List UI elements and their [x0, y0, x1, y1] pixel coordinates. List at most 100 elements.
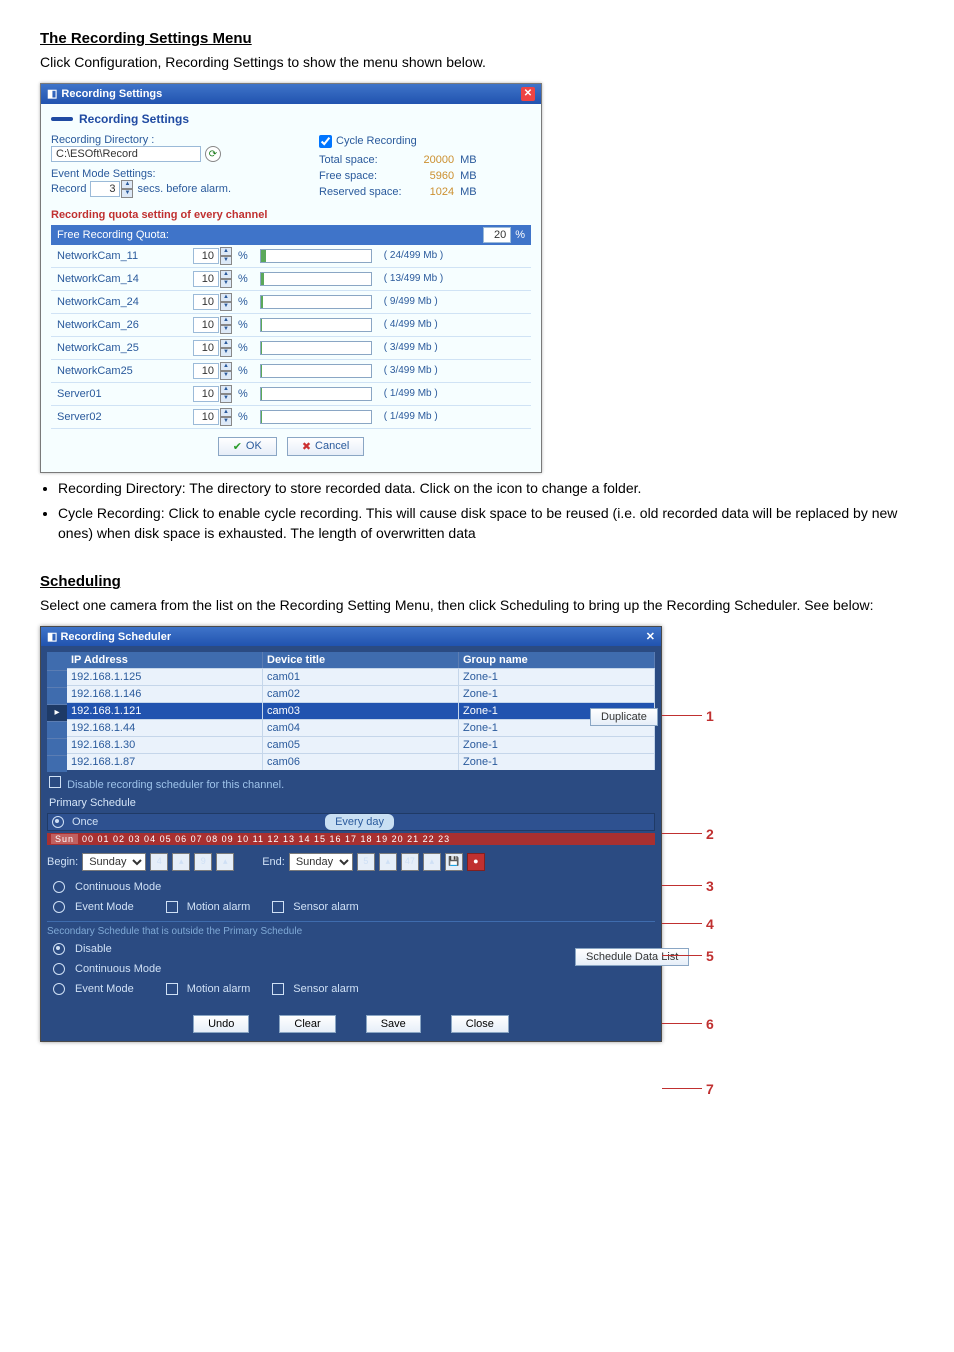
spin-up-icon[interactable]: ▲	[220, 247, 232, 256]
channel-name: NetworkCam_11	[57, 250, 187, 262]
spin-down-icon[interactable]: ▼	[121, 189, 133, 198]
motion-label: Motion alarm	[187, 901, 251, 913]
table-row[interactable]: 192.168.1.87cam06Zone-1	[67, 753, 655, 770]
motion-checkbox[interactable]	[166, 901, 178, 913]
spin-down-icon[interactable]: ▼	[220, 279, 232, 288]
cancel-label: Cancel	[315, 440, 349, 452]
spin-up-icon[interactable]: ▲	[220, 270, 232, 279]
stepper-up-icon[interactable]: ▴	[423, 853, 441, 871]
spin-down-icon[interactable]: ▼	[220, 417, 232, 426]
hour-ruler: Sun 00 01 02 03 04 05 06 07 08 09 10 11 …	[47, 833, 655, 845]
record-after-label: secs. before alarm.	[137, 183, 231, 195]
quota-stepper[interactable]: 10▲▼	[193, 316, 232, 334]
spin-down-icon[interactable]: ▼	[220, 302, 232, 311]
pct-unit: %	[238, 342, 248, 354]
close-icon[interactable]: ✕	[521, 87, 535, 101]
stepper-up-icon[interactable]: ▴	[172, 853, 190, 871]
disk-icon[interactable]: 💾	[445, 853, 463, 871]
stepper-up-icon[interactable]: ▴	[216, 853, 234, 871]
browse-folder-icon[interactable]: ⟳	[205, 146, 221, 162]
cell-dev: cam06	[263, 753, 459, 770]
channel-name: NetworkCam25	[57, 365, 187, 377]
disable-radio[interactable]	[53, 943, 65, 955]
rec-dir-input[interactable]: C:\ESOft\Record	[51, 146, 201, 162]
cell-dev: cam01	[263, 668, 459, 685]
pct-unit: %	[515, 229, 525, 241]
motion2-checkbox[interactable]	[166, 983, 178, 995]
ok-button[interactable]: ✔OK	[218, 437, 277, 456]
continuous-radio[interactable]	[53, 881, 65, 893]
begin-label: Begin:	[47, 856, 78, 868]
begin-hour-stepper[interactable]: 4	[150, 853, 168, 871]
begin-day-select[interactable]: Sunday	[82, 853, 146, 871]
cell-grp: Zone-1	[459, 753, 655, 770]
cycle-recording-checkbox[interactable]	[319, 135, 332, 148]
event-mode-label: Event Mode Settings:	[51, 168, 315, 180]
spin-up-icon[interactable]: ▲	[220, 362, 232, 371]
table-row[interactable]: 192.168.1.125cam01Zone-1	[67, 668, 655, 685]
spin-down-icon[interactable]: ▼	[220, 394, 232, 403]
record-secs-stepper[interactable]: 3 ▲▼	[90, 180, 133, 198]
cell-ip: 192.168.1.121	[67, 702, 263, 719]
continuous2-radio[interactable]	[53, 963, 65, 975]
channel-name: Server02	[57, 411, 187, 423]
quota-row: Server0210▲▼%( 1/499 Mb )	[51, 406, 531, 429]
record-icon[interactable]: ●	[467, 853, 485, 871]
begin-min-stepper[interactable]: 9	[194, 853, 212, 871]
channel-name: NetworkCam_14	[57, 273, 187, 285]
event2-radio[interactable]	[53, 983, 65, 995]
quota-row: NetworkCam_2610▲▼%( 4/499 Mb )	[51, 314, 531, 337]
table-row[interactable]: 192.168.1.30cam05Zone-1	[67, 736, 655, 753]
pct-unit: %	[238, 319, 248, 331]
total-space-label: Total space:	[317, 153, 404, 167]
table-row[interactable]: 192.168.1.44cam04Zone-1	[67, 719, 655, 736]
spin-up-icon[interactable]: ▲	[220, 316, 232, 325]
quota-stepper[interactable]: 10▲▼	[193, 270, 232, 288]
sensor2-checkbox[interactable]	[272, 983, 284, 995]
quota-stepper[interactable]: 10▲▼	[193, 385, 232, 403]
every-day-button[interactable]: Every day	[325, 814, 394, 830]
close-icon[interactable]: ✕	[646, 630, 655, 643]
record-secs-value[interactable]: 3	[90, 181, 120, 197]
clear-button[interactable]: Clear	[279, 1015, 335, 1033]
dlg2-title: Recording Scheduler	[60, 631, 171, 643]
disable-sched-checkbox[interactable]	[49, 776, 61, 788]
quota-stepper[interactable]: 10▲▼	[193, 362, 232, 380]
duplicate-button[interactable]: Duplicate	[590, 708, 658, 726]
stepper-up-icon[interactable]: ▴	[379, 853, 397, 871]
quota-stepper[interactable]: 10▲▼	[193, 293, 232, 311]
end-hour-stepper[interactable]: 5	[357, 853, 375, 871]
row-selector-icon[interactable]: ▸	[47, 704, 67, 721]
quota-stepper[interactable]: 10▲▼	[193, 408, 232, 426]
sensor2-label: Sensor alarm	[293, 983, 358, 995]
undo-button[interactable]: Undo	[193, 1015, 249, 1033]
spin-up-icon[interactable]: ▲	[220, 339, 232, 348]
event-radio[interactable]	[53, 901, 65, 913]
cell-grp: Zone-1	[459, 736, 655, 753]
spin-down-icon[interactable]: ▼	[220, 325, 232, 334]
table-row[interactable]: 192.168.1.121cam03Zone-1	[67, 702, 655, 719]
mb-unit: MB	[458, 185, 479, 199]
spin-down-icon[interactable]: ▼	[220, 371, 232, 380]
end-min-stepper[interactable]: 47	[401, 853, 419, 871]
free-space-value: 5960	[406, 169, 457, 183]
close-button[interactable]: Close	[451, 1015, 509, 1033]
spin-down-icon[interactable]: ▼	[220, 256, 232, 265]
end-day-select[interactable]: Sunday	[289, 853, 353, 871]
table-row[interactable]: 192.168.1.146cam02Zone-1	[67, 685, 655, 702]
once-radio[interactable]	[52, 816, 64, 828]
spin-up-icon[interactable]: ▲	[121, 180, 133, 189]
spin-up-icon[interactable]: ▲	[220, 408, 232, 417]
cancel-button[interactable]: ✖Cancel	[287, 437, 364, 456]
spin-up-icon[interactable]: ▲	[220, 385, 232, 394]
usage-bar	[260, 410, 372, 424]
quota-stepper[interactable]: 10▲▼	[193, 247, 232, 265]
usage-bar	[260, 249, 372, 263]
usage-mb: ( 9/499 Mb )	[384, 296, 438, 307]
spin-up-icon[interactable]: ▲	[220, 293, 232, 302]
sensor-checkbox[interactable]	[272, 901, 284, 913]
save-button[interactable]: Save	[366, 1015, 421, 1033]
spin-down-icon[interactable]: ▼	[220, 348, 232, 357]
quota-stepper[interactable]: 10▲▼	[193, 339, 232, 357]
free-quota-input[interactable]: 20	[483, 227, 511, 243]
